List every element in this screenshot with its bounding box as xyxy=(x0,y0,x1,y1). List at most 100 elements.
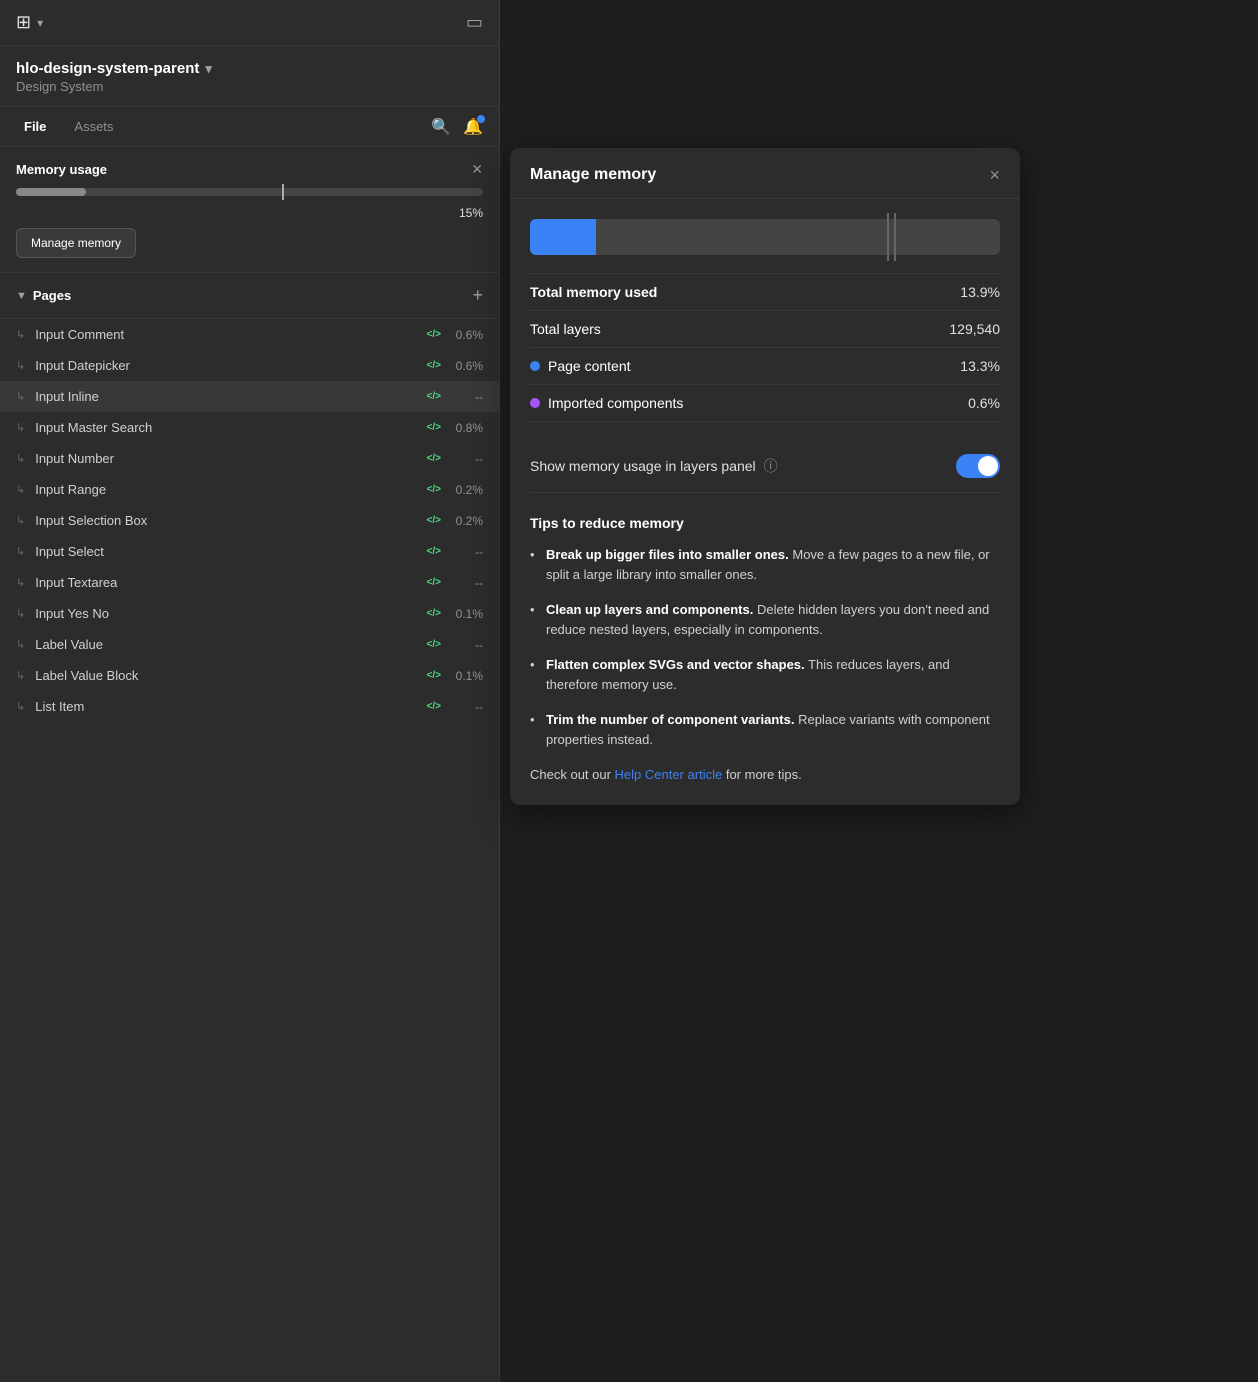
top-bar: ⊞ ▾ ▭ xyxy=(0,0,499,46)
memory-section: Memory usage ✕ 15% Manage memory xyxy=(0,147,499,273)
tip-2-bold: Clean up layers and components. xyxy=(546,602,753,617)
tips-section: Tips to reduce memory Break up bigger fi… xyxy=(530,511,1000,785)
imported-components-label: Imported components xyxy=(530,395,683,411)
pages-label: Pages xyxy=(33,288,473,303)
stats-section: Total memory used 13.9% Total layers 129… xyxy=(530,273,1000,422)
total-memory-value: 13.9% xyxy=(960,284,1000,300)
page-arrow-icon: ↳ xyxy=(16,390,25,403)
tabs-bar: File Assets 🔍 🔔 xyxy=(0,107,499,147)
project-dropdown-icon[interactable]: ▾ xyxy=(205,61,212,77)
page-name: Input Textarea xyxy=(35,575,420,590)
code-icon: </> xyxy=(427,670,441,681)
page-percent: 0.2% xyxy=(447,483,483,497)
pages-add-icon[interactable]: + xyxy=(472,285,483,306)
tip-2: Clean up layers and components. Delete h… xyxy=(530,600,1000,639)
page-item-input-master-search[interactable]: ↳ Input Master Search </> 0.8% xyxy=(0,412,499,443)
pages-expand-icon[interactable]: ▼ xyxy=(16,290,27,302)
page-name: Input Range xyxy=(35,482,420,497)
page-item-input-inline[interactable]: ↳ Input Inline </> -- xyxy=(0,381,499,412)
modal-body: Total memory used 13.9% Total layers 129… xyxy=(510,199,1020,805)
left-panel: ⊞ ▾ ▭ hlo-design-system-parent ▾ Design … xyxy=(0,0,500,1382)
page-item-label-value[interactable]: ↳ Label Value </> -- xyxy=(0,629,499,660)
page-percent: 0.8% xyxy=(447,421,483,435)
memory-toggle-switch[interactable] xyxy=(956,454,1000,478)
page-item-input-range[interactable]: ↳ Input Range </> 0.2% xyxy=(0,474,499,505)
figma-logo-icon: ⊞ xyxy=(16,12,31,33)
modal-close-icon[interactable]: × xyxy=(989,166,1000,184)
tab-file[interactable]: File xyxy=(16,115,54,138)
page-item-input-comment[interactable]: ↳ Input Comment </> 0.6% xyxy=(0,319,499,350)
tab-assets[interactable]: Assets xyxy=(66,115,121,138)
total-layers-row: Total layers 129,540 xyxy=(530,311,1000,348)
notification-icon[interactable]: 🔔 xyxy=(463,117,483,137)
code-icon: </> xyxy=(427,360,441,371)
help-text-prefix: Check out our xyxy=(530,767,615,782)
modal-header: Manage memory × xyxy=(510,148,1020,199)
page-item-input-datepicker[interactable]: ↳ Input Datepicker </> 0.6% xyxy=(0,350,499,381)
manage-memory-button[interactable]: Manage memory xyxy=(16,228,136,258)
page-content-dot xyxy=(530,361,540,371)
page-name: Input Datepicker xyxy=(35,358,420,373)
tab-icons: 🔍 🔔 xyxy=(431,117,483,137)
total-memory-label: Total memory used xyxy=(530,284,657,300)
page-content-value: 13.3% xyxy=(960,358,1000,374)
code-icon: </> xyxy=(427,515,441,526)
logo-area: ⊞ ▾ xyxy=(16,12,43,33)
toggle-label: Show memory usage in layers panel xyxy=(530,458,756,474)
sidebar-toggle-icon[interactable]: ▭ xyxy=(466,12,483,33)
logo-dropdown-icon: ▾ xyxy=(37,16,43,30)
memory-big-bar-fill xyxy=(530,219,596,255)
page-percent: -- xyxy=(447,576,483,590)
memory-big-bar-track xyxy=(530,219,1000,255)
page-name: Input Selection Box xyxy=(35,513,420,528)
tips-title: Tips to reduce memory xyxy=(530,515,1000,531)
total-memory-row: Total memory used 13.9% xyxy=(530,273,1000,311)
info-icon[interactable]: ⓘ xyxy=(764,456,778,476)
page-item-list-item[interactable]: ↳ List Item </> -- xyxy=(0,691,499,722)
bar-marker-2 xyxy=(894,213,896,261)
project-info: hlo-design-system-parent ▾ Design System xyxy=(0,46,499,107)
total-layers-label: Total layers xyxy=(530,321,601,337)
page-percent: 0.1% xyxy=(447,607,483,621)
code-icon: </> xyxy=(427,639,441,650)
page-item-input-selection-box[interactable]: ↳ Input Selection Box </> 0.2% xyxy=(0,505,499,536)
toggle-label-area: Show memory usage in layers panel ⓘ xyxy=(530,456,778,476)
code-icon: </> xyxy=(427,329,441,340)
page-arrow-icon: ↳ xyxy=(16,638,25,651)
page-item-label-value-block[interactable]: ↳ Label Value Block </> 0.1% xyxy=(0,660,499,691)
page-percent: -- xyxy=(447,545,483,559)
memory-bar-marker xyxy=(282,184,284,200)
help-center-link[interactable]: Help Center article xyxy=(615,767,723,782)
notification-dot xyxy=(477,115,485,123)
page-name: List Item xyxy=(35,699,420,714)
page-percent: 0.6% xyxy=(447,359,483,373)
page-name: Input Select xyxy=(35,544,420,559)
page-item-input-yes-no[interactable]: ↳ Input Yes No </> 0.1% xyxy=(0,598,499,629)
page-arrow-icon: ↳ xyxy=(16,607,25,620)
pages-header: ▼ Pages + xyxy=(0,273,499,319)
pages-section: ▼ Pages + ↳ Input Comment </> 0.6% ↳ Inp… xyxy=(0,273,499,1382)
tip-3-bold: Flatten complex SVGs and vector shapes. xyxy=(546,657,805,672)
help-text-suffix: for more tips. xyxy=(726,767,802,782)
tip-4-bold: Trim the number of component variants. xyxy=(546,712,794,727)
page-name: Input Number xyxy=(35,451,420,466)
code-icon: </> xyxy=(427,484,441,495)
manage-memory-modal: Manage memory × Total memory used 13.9% … xyxy=(510,148,1020,805)
memory-close-icon[interactable]: ✕ xyxy=(471,161,483,178)
code-icon: </> xyxy=(427,577,441,588)
page-item-input-number[interactable]: ↳ Input Number </> -- xyxy=(0,443,499,474)
page-arrow-icon: ↳ xyxy=(16,700,25,713)
memory-bar xyxy=(16,188,483,196)
memory-title: Memory usage xyxy=(16,162,107,177)
page-arrow-icon: ↳ xyxy=(16,359,25,372)
code-icon: </> xyxy=(427,608,441,619)
page-name: Input Yes No xyxy=(35,606,420,621)
imported-components-row: Imported components 0.6% xyxy=(530,385,1000,422)
total-layers-value: 129,540 xyxy=(949,321,1000,337)
page-name: Input Comment xyxy=(35,327,420,342)
search-icon[interactable]: 🔍 xyxy=(431,117,451,137)
page-name: Input Inline xyxy=(35,389,420,404)
page-item-input-textarea[interactable]: ↳ Input Textarea </> -- xyxy=(0,567,499,598)
page-arrow-icon: ↳ xyxy=(16,328,25,341)
page-item-input-select[interactable]: ↳ Input Select </> -- xyxy=(0,536,499,567)
